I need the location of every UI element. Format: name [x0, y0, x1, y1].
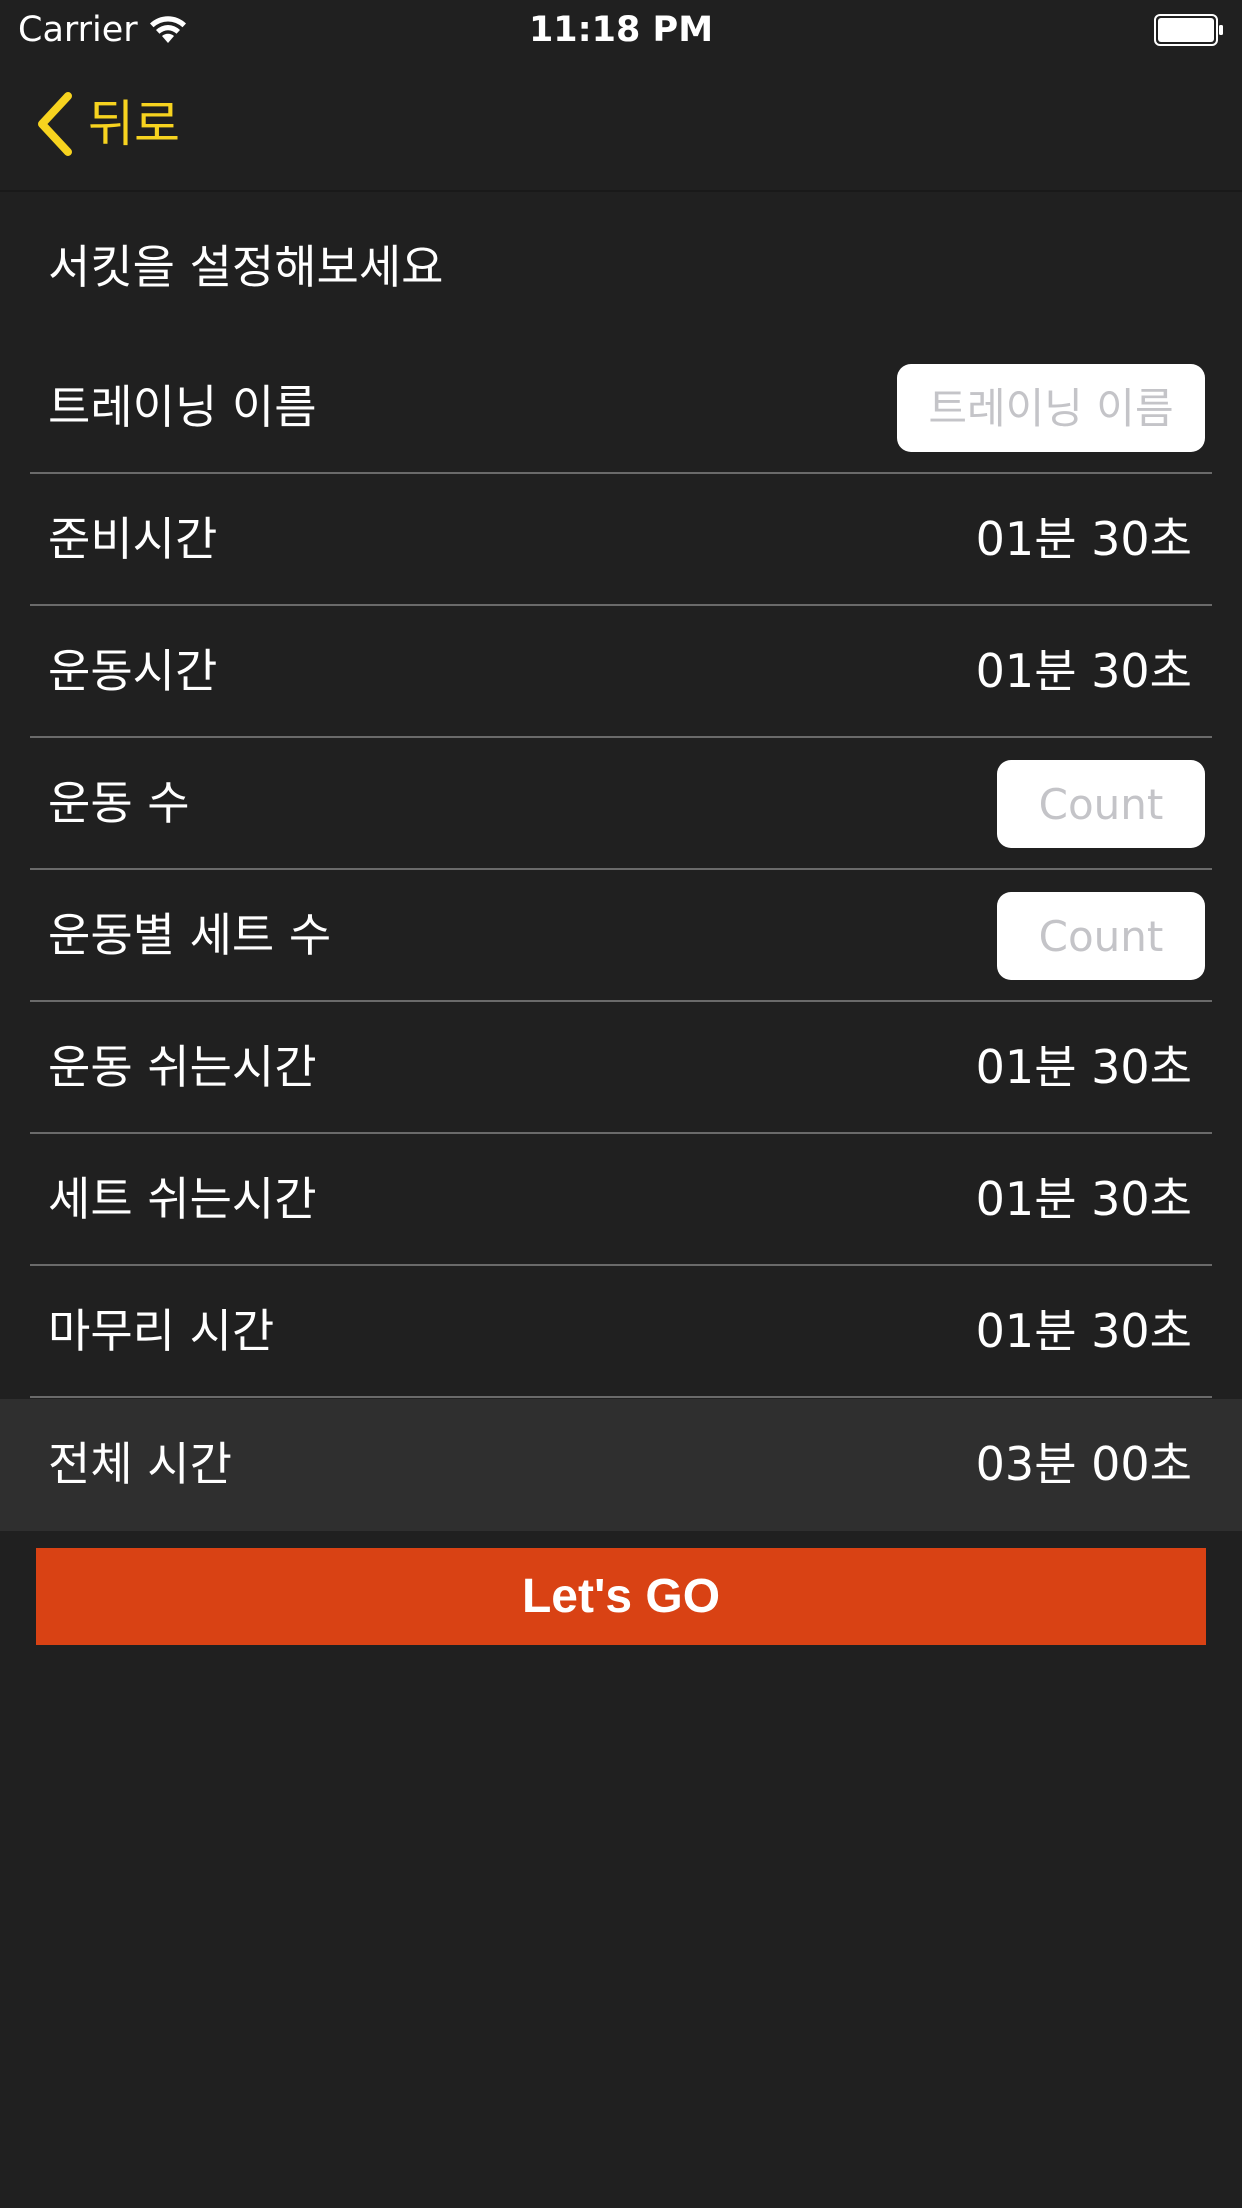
exercise-rest-label: 운동 쉬는시간: [48, 1040, 317, 1094]
set-rest-label: 세트 쉬는시간: [48, 1172, 317, 1226]
back-button[interactable]: 뒤로: [34, 90, 180, 158]
status-bar: Carrier 11:18 PM: [0, 0, 1242, 60]
cooldown-time-value[interactable]: 01분 30초: [976, 1266, 1192, 1396]
exercise-count-label: 운동 수: [48, 776, 190, 830]
prep-time-row[interactable]: 준비시간 01분 30초: [0, 474, 1242, 606]
training-name-label: 트레이닝 이름: [48, 380, 317, 434]
chevron-left-icon: [38, 92, 72, 156]
exercise-time-label: 운동시간: [48, 644, 218, 698]
total-time-label: 전체 시간: [48, 1437, 232, 1491]
navigation-bar: 뒤로: [0, 60, 1242, 192]
total-time-value: 03분 00초: [975, 1437, 1192, 1491]
exercise-count-row: 운동 수: [0, 738, 1242, 870]
row-divider: [30, 1396, 1212, 1398]
sets-per-exercise-label: 운동별 세트 수: [48, 908, 332, 962]
exercise-time-row[interactable]: 운동시간 01분 30초: [0, 606, 1242, 738]
exercise-count-input[interactable]: [997, 760, 1205, 848]
circuit-setup-screen: Carrier 11:18 PM 뒤로 서킷을 설정해보세요 트레이닝 이름 트…: [0, 0, 1242, 2208]
back-label: 뒤로: [88, 95, 180, 153]
sets-per-exercise-row: 운동별 세트 수: [0, 870, 1242, 1002]
cooldown-time-row[interactable]: 마무리 시간 01분 30초: [0, 1266, 1242, 1398]
prep-time-label: 준비시간: [48, 512, 218, 566]
lets-go-button[interactable]: Let's GO: [36, 1548, 1206, 1645]
exercise-rest-value[interactable]: 01분 30초: [976, 1002, 1192, 1132]
cooldown-time-label: 마무리 시간: [48, 1304, 275, 1358]
exercise-rest-row[interactable]: 운동 쉬는시간 01분 30초: [0, 1002, 1242, 1134]
sets-per-exercise-input[interactable]: [997, 892, 1205, 980]
status-time: 11:18 PM: [528, 10, 714, 50]
training-name-row: 트레이닝 이름: [0, 342, 1242, 474]
set-rest-value[interactable]: 01분 30초: [976, 1134, 1192, 1264]
total-time-row: 전체 시간 03분 00초: [0, 1399, 1242, 1531]
set-rest-row[interactable]: 세트 쉬는시간 01분 30초: [0, 1134, 1242, 1266]
section-title: 서킷을 설정해보세요: [48, 240, 444, 294]
training-name-input[interactable]: [897, 364, 1205, 452]
prep-time-value[interactable]: 01분 30초: [976, 474, 1192, 604]
battery-icon: [1154, 14, 1223, 46]
exercise-time-value[interactable]: 01분 30초: [976, 606, 1192, 736]
